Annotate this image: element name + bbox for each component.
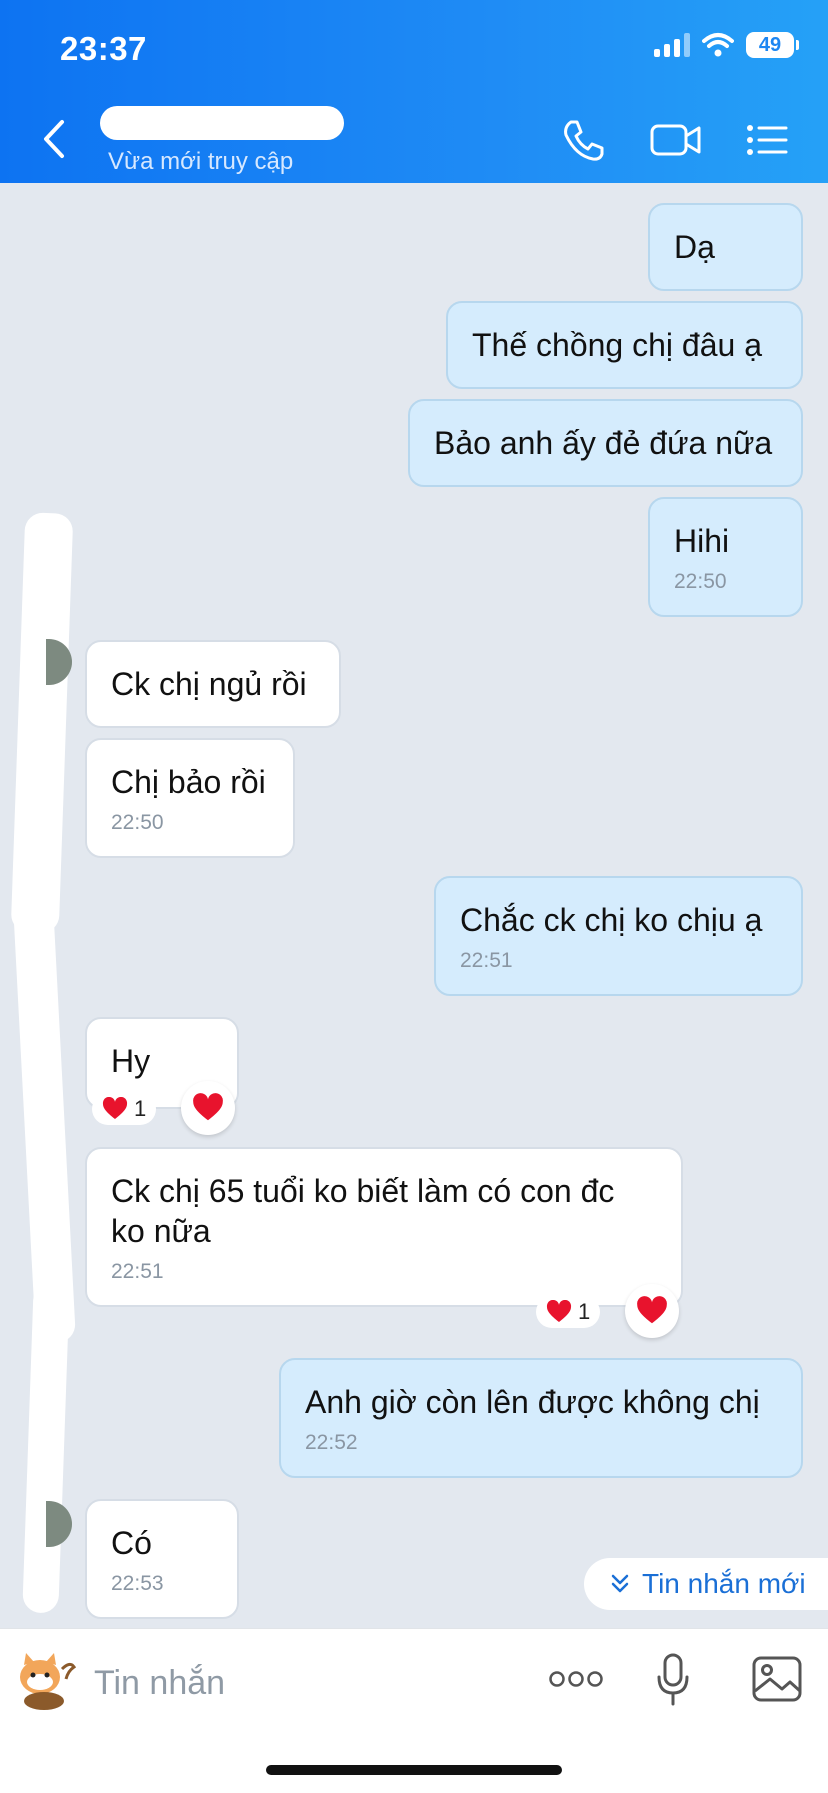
message-time: 22:52 bbox=[305, 1431, 358, 1454]
message-bubble-outgoing[interactable]: Thế chồng chị đâu ạ bbox=[446, 301, 803, 389]
contact-status: Vừa mới truy cập bbox=[108, 148, 294, 175]
sticker-icon[interactable] bbox=[14, 1651, 80, 1711]
phone-icon[interactable] bbox=[562, 118, 604, 162]
wifi-icon bbox=[702, 33, 734, 57]
message-bubble-outgoing[interactable]: Anh giờ còn lên được không chị 22:52 bbox=[279, 1358, 803, 1478]
message-bubble-outgoing[interactable]: Dạ bbox=[648, 203, 803, 291]
image-icon[interactable] bbox=[752, 1655, 802, 1703]
contact-name-redacted[interactable] bbox=[100, 106, 344, 140]
reaction-count: 1 bbox=[134, 1096, 147, 1121]
composer-bar: Tin nhắn bbox=[0, 1628, 828, 1793]
message-text: Ck chị ngủ rồi bbox=[111, 666, 307, 702]
message-text: Chắc ck chị ko chịu ạ bbox=[460, 902, 763, 938]
message-time: 22:50 bbox=[674, 570, 727, 593]
message-bubble-incoming[interactable]: Ck chị 65 tuổi ko biết làm có con đc ko … bbox=[85, 1147, 683, 1307]
message-input[interactable]: Tin nhắn bbox=[94, 1655, 514, 1711]
message-text: Anh giờ còn lên được không chị bbox=[305, 1384, 760, 1420]
message-text: Hy bbox=[111, 1043, 151, 1079]
reaction-summary[interactable]: 1 bbox=[92, 1093, 157, 1125]
video-camera-icon[interactable] bbox=[650, 118, 702, 162]
new-messages-label: Tin nhắn mới bbox=[642, 1568, 806, 1599]
message-text: Chị bảo rồi bbox=[111, 764, 266, 800]
redaction-scribble bbox=[22, 1282, 70, 1614]
message-bubble-incoming[interactable]: Có 22:53 bbox=[85, 1499, 239, 1619]
heart-icon bbox=[193, 1093, 223, 1121]
chat-header: 23:37 49 Vừa mới truy cập bbox=[0, 0, 828, 183]
react-heart-button[interactable] bbox=[181, 1081, 235, 1135]
new-messages-button[interactable]: Tin nhắn mới bbox=[584, 1558, 828, 1610]
message-time: 22:51 bbox=[111, 1260, 164, 1283]
message-time: 22:53 bbox=[111, 1572, 164, 1595]
microphone-icon[interactable] bbox=[656, 1653, 690, 1707]
message-bubble-outgoing[interactable]: Chắc ck chị ko chịu ạ 22:51 bbox=[434, 876, 803, 996]
message-bubble-incoming[interactable]: Ck chị ngủ rồi bbox=[85, 640, 341, 728]
message-bubble-outgoing[interactable]: Bảo anh ấy đẻ đứa nữa bbox=[408, 399, 803, 487]
message-time: 22:50 bbox=[111, 811, 164, 834]
reaction-count: 1 bbox=[578, 1299, 591, 1324]
message-list[interactable]: Dạ Thế chồng chị đâu ạ Bảo anh ấy đẻ đứa… bbox=[0, 183, 828, 1628]
home-indicator bbox=[266, 1765, 562, 1775]
message-text: Ck chị 65 tuổi ko biết làm có con đc ko … bbox=[111, 1173, 615, 1249]
message-text: Dạ bbox=[674, 229, 715, 265]
avatar[interactable] bbox=[46, 1501, 72, 1547]
list-menu-icon[interactable] bbox=[746, 118, 788, 162]
react-heart-button[interactable] bbox=[625, 1284, 679, 1338]
chevron-left-icon[interactable] bbox=[40, 118, 70, 160]
heart-icon bbox=[546, 1300, 572, 1322]
battery-icon: 49 bbox=[746, 32, 799, 58]
heart-icon bbox=[637, 1296, 667, 1324]
message-text: Có bbox=[111, 1525, 152, 1561]
status-time: 23:37 bbox=[60, 30, 147, 67]
redaction-scribble bbox=[10, 512, 74, 934]
redaction-scribble bbox=[11, 882, 77, 1344]
more-dots-icon[interactable] bbox=[548, 1667, 604, 1691]
message-bubble-outgoing[interactable]: Hihi 22:50 bbox=[648, 497, 803, 617]
message-bubble-incoming[interactable]: Chị bảo rồi 22:50 bbox=[85, 738, 295, 858]
reaction-summary[interactable]: 1 bbox=[536, 1296, 601, 1328]
message-time: 22:51 bbox=[460, 949, 513, 972]
cellular-signal-icon bbox=[654, 33, 690, 57]
status-icons: 49 bbox=[654, 32, 799, 58]
heart-icon bbox=[102, 1097, 128, 1119]
message-text: Bảo anh ấy đẻ đứa nữa bbox=[434, 425, 773, 461]
message-text: Hihi bbox=[674, 523, 730, 559]
message-text: Thế chồng chị đâu ạ bbox=[472, 327, 762, 363]
double-chevron-down-icon bbox=[611, 1574, 629, 1593]
